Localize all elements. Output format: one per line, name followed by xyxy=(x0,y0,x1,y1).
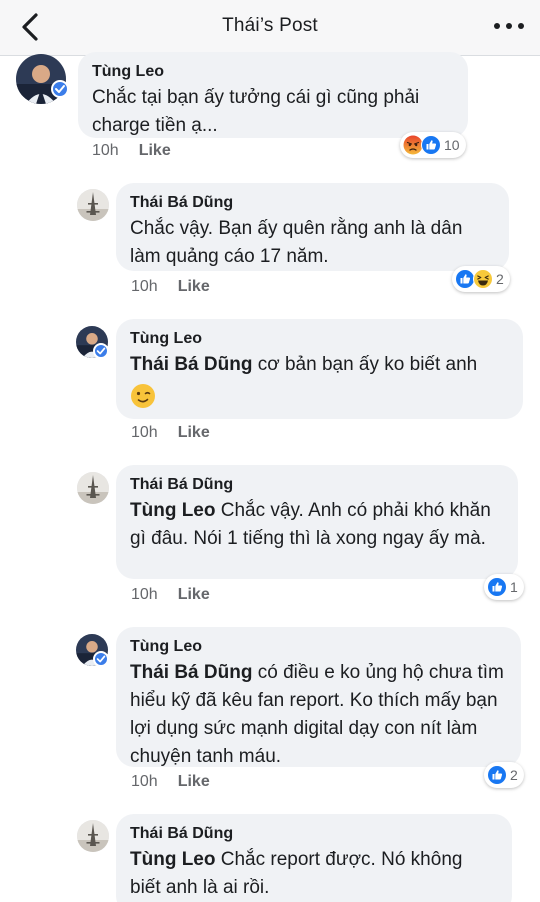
comment-text: Tùng Leo Chắc vậy. Anh có phải khó khăn … xyxy=(130,497,504,553)
like-button[interactable]: Like xyxy=(178,586,210,603)
reaction-summary[interactable]: 2 xyxy=(484,762,524,788)
comment-time: 10h xyxy=(131,586,158,603)
profile-photo-thai-ba-dung xyxy=(77,472,109,504)
haha-reaction-icon xyxy=(473,269,493,289)
comment-author[interactable]: Thái Bá Dũng xyxy=(130,475,504,495)
comment-author[interactable]: Tùng Leo xyxy=(130,637,507,657)
avatar[interactable] xyxy=(77,820,109,852)
top-nav-bar: Thái’s Post xyxy=(0,0,540,56)
more-dot xyxy=(518,23,524,29)
more-dot xyxy=(494,23,500,29)
avatar[interactable] xyxy=(77,189,109,221)
reaction-count: 2 xyxy=(510,767,518,783)
comment-time: 10h xyxy=(131,773,158,790)
comment-time: 10h xyxy=(92,142,119,159)
comment-text: Chắc tại bạn ấy tưởng cái gì cũng phải c… xyxy=(92,87,420,136)
comment-meta: 10h Like xyxy=(131,773,210,791)
more-options-icon[interactable] xyxy=(494,16,524,36)
reaction-summary[interactable]: 1 xyxy=(484,574,524,600)
like-reaction-icon xyxy=(487,765,507,785)
comment-bubble: Tùng Leo Thái Bá Dũng cơ bản bạn ấy ko b… xyxy=(116,319,523,419)
mention-link[interactable]: Thái Bá Dũng xyxy=(130,354,252,375)
reaction-count: 10 xyxy=(444,137,460,153)
comment-text: Thái Bá Dũng cơ bản bạn ấy ko biết anh xyxy=(130,351,509,409)
comment-meta: 10h Like xyxy=(92,142,171,160)
comment-time: 10h xyxy=(131,278,158,295)
comment-text: Tùng Leo Chắc report được. Nó không biết… xyxy=(130,846,498,902)
verified-badge-icon xyxy=(93,651,109,667)
page-title: Thái’s Post xyxy=(222,15,318,36)
comment-bubble: Tùng Leo Thái Bá Dũng có điều e ko ủng h… xyxy=(116,627,521,767)
comment-body: cơ bản bạn ấy ko biết anh xyxy=(252,354,478,375)
comment-text: Chắc vậy. Bạn ấy quên rằng anh là dân là… xyxy=(130,218,463,267)
mention-link[interactable]: Tùng Leo xyxy=(130,849,215,870)
comment-author[interactable]: Thái Bá Dũng xyxy=(130,824,498,844)
comment-time: 10h xyxy=(131,424,158,441)
comment-bubble: Tùng Leo Chắc tại bạn ấy tưởng cái gì cũ… xyxy=(78,52,468,138)
winking-face-icon xyxy=(131,384,155,408)
comment-meta: 10h Like xyxy=(131,586,210,604)
like-reaction-icon xyxy=(487,577,507,597)
comment-author[interactable]: Thái Bá Dũng xyxy=(130,193,495,213)
more-dot xyxy=(506,23,512,29)
comment-bubble: Thái Bá Dũng Chắc vậy. Bạn ấy quên rằng … xyxy=(116,183,509,271)
mention-link[interactable]: Tùng Leo xyxy=(130,500,215,521)
comment-bubble: Thái Bá Dũng Tùng Leo Chắc vậy. Anh có p… xyxy=(116,465,518,579)
like-button[interactable]: Like xyxy=(139,142,171,159)
like-button[interactable]: Like xyxy=(178,773,210,790)
comment-meta: 10h Like xyxy=(131,424,210,442)
like-reaction-icon xyxy=(421,135,441,155)
comment-text: Thái Bá Dũng có điều e ko ủng hộ chưa tì… xyxy=(130,659,507,771)
reaction-summary[interactable]: 2 xyxy=(452,266,510,292)
reaction-summary[interactable]: 10 xyxy=(400,132,466,158)
profile-photo-thai-ba-dung xyxy=(77,189,109,221)
reaction-count: 2 xyxy=(496,271,504,287)
verified-badge-icon xyxy=(51,80,69,98)
reaction-count: 1 xyxy=(510,579,518,595)
avatar[interactable] xyxy=(77,472,109,504)
verified-badge-icon xyxy=(93,343,109,359)
mention-link[interactable]: Thái Bá Dũng xyxy=(130,662,252,683)
comment-author[interactable]: Tùng Leo xyxy=(92,62,454,82)
angry-reaction-icon xyxy=(403,135,423,155)
like-button[interactable]: Like xyxy=(178,278,210,295)
like-reaction-icon xyxy=(455,269,475,289)
comment-meta: 10h Like xyxy=(131,278,210,296)
profile-photo-thai-ba-dung xyxy=(77,820,109,852)
comment-bubble: Thái Bá Dũng Tùng Leo Chắc report được. … xyxy=(116,814,512,902)
comment-author[interactable]: Tùng Leo xyxy=(130,329,509,349)
like-button[interactable]: Like xyxy=(178,424,210,441)
